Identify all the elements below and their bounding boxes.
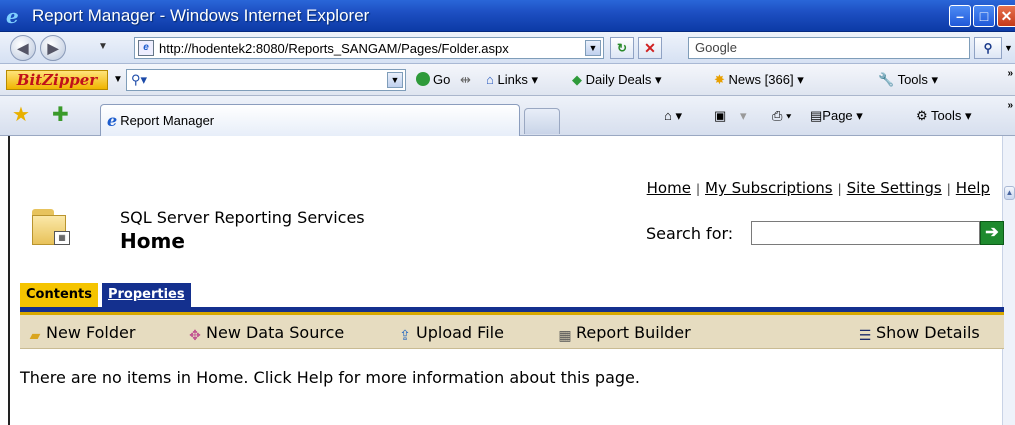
page-tabs: Contents Properties <box>20 283 191 307</box>
go-check-icon <box>416 72 430 86</box>
links-label: Links <box>497 72 528 87</box>
news-button[interactable]: ✸ News [366] ▾ <box>714 72 804 88</box>
refresh-button[interactable]: ↻ <box>610 37 634 59</box>
news-burst-icon: ✸ <box>714 72 725 87</box>
window-title: Report Manager - Windows Internet Explor… <box>32 5 370 25</box>
links-button[interactable]: ⌂ Links ▾ <box>486 72 538 88</box>
toolbar-search-input[interactable]: ⚲▾ ▼ <box>126 69 406 91</box>
address-dropdown-icon[interactable]: ▼ <box>585 40 601 56</box>
deals-tag-icon: ◆ <box>572 72 582 87</box>
web-search-button[interactable]: ⚲ <box>974 37 1002 59</box>
details-list-icon: ☰ <box>858 328 872 344</box>
print-command[interactable]: ⎙ ▾ <box>772 108 791 124</box>
stop-button[interactable]: ✕ <box>638 37 662 59</box>
news-label: News [366] <box>728 72 794 87</box>
wrench-icon: 🔧 <box>878 72 895 87</box>
home-command[interactable]: ⌂ ▾ <box>664 108 682 124</box>
help-link[interactable]: Help <box>956 179 990 197</box>
minimize-button[interactable]: – <box>949 5 971 27</box>
favorites-star-icon[interactable]: ★ <box>12 105 30 125</box>
search-input[interactable] <box>751 221 980 245</box>
new-data-source-label: New Data Source <box>206 323 345 342</box>
home-icon: ⌂ <box>664 108 672 123</box>
command-overflow-icon[interactable]: » <box>1007 100 1013 111</box>
toolbar-tools-label: Tools <box>897 72 928 87</box>
tab-report-manager[interactable]: e Report Manager <box>100 104 520 136</box>
tools-menu[interactable]: ⚙ Tools ▾ <box>916 108 972 124</box>
bitzipper-logo[interactable]: BitZipper <box>6 70 108 90</box>
links-home-icon: ⌂ <box>486 72 494 87</box>
new-folder-button[interactable]: ▰ New Folder <box>26 323 136 344</box>
forward-button[interactable]: ▶ <box>40 35 66 61</box>
page-menu-label: Page <box>822 108 853 123</box>
vertical-scrollbar[interactable]: ▲ <box>1002 136 1015 425</box>
tools-menu-label: Tools <box>931 108 962 123</box>
app-name: SQL Server Reporting Services <box>120 208 365 227</box>
bitzipper-dropdown-icon[interactable]: ▼ <box>113 74 123 85</box>
search-label: Search for: <box>646 224 734 243</box>
home-link[interactable]: Home <box>647 179 691 197</box>
bitzipper-toolbar: BitZipper ▼ ⚲▾ ▼ Go ⇹ ⌂ Links ▾ ◆ Daily … <box>0 64 1015 96</box>
upload-file-icon: ⇪ <box>399 328 411 344</box>
tab-contents[interactable]: Contents <box>20 283 98 307</box>
history-dropdown-icon[interactable]: ▼ <box>98 41 108 52</box>
daily-deals-label: Daily Deals <box>585 72 652 87</box>
page-icon: e <box>138 40 154 56</box>
go-label: Go <box>433 72 451 87</box>
ie-logo-icon: e <box>6 3 19 28</box>
feeds-dropdown-icon[interactable]: ▾ <box>740 108 747 124</box>
search-go-button[interactable]: ➔ <box>980 221 1004 245</box>
report-builder-label: Report Builder <box>576 323 691 342</box>
magnifier-icon: ⚲▾ <box>131 72 148 87</box>
address-toolbar: ◀ ▶ ▼ e http://hodentek2:8080/Reports_SA… <box>0 32 1015 64</box>
upload-file-button[interactable]: ⇪ Upload File <box>396 323 504 344</box>
new-data-source-icon: ✥ <box>189 328 201 344</box>
page-content: Home | My Subscriptions | Site Settings | Help… <box>8 136 1004 425</box>
toolbar-overflow-icon[interactable]: » <box>1007 68 1013 79</box>
new-folder-icon: ▰ <box>29 328 41 344</box>
window-title-bar: e Report Manager - Windows Internet Expl… <box>0 0 1015 32</box>
go-button[interactable]: Go <box>416 72 450 87</box>
toolbar-separator-icon: ⇹ <box>460 72 471 87</box>
page-menu[interactable]: ▤Page ▾ <box>810 108 863 124</box>
print-icon: ⎙ <box>772 108 783 123</box>
toolbar-tools-button[interactable]: 🔧 Tools ▾ <box>878 72 938 88</box>
tab-label: Report Manager <box>120 113 215 128</box>
report-builder-button[interactable]: ▦ Report Builder <box>556 323 691 344</box>
feeds-command[interactable]: ▣ <box>714 108 726 124</box>
address-url[interactable]: http://hodentek2:8080/Reports_SANGAM/Pag… <box>159 41 509 56</box>
tab-properties[interactable]: Properties <box>101 283 191 307</box>
site-settings-link[interactable]: Site Settings <box>847 179 942 197</box>
address-bar[interactable]: e http://hodentek2:8080/Reports_SANGAM/P… <box>134 37 604 59</box>
close-button[interactable]: ✕ <box>997 5 1015 27</box>
daily-deals-button[interactable]: ◆ Daily Deals ▾ <box>572 72 662 88</box>
page-title: Home <box>120 229 185 253</box>
scroll-up-icon[interactable]: ▲ <box>1004 186 1015 200</box>
maximize-button[interactable]: □ <box>973 5 995 27</box>
upload-file-label: Upload File <box>416 323 504 342</box>
tab-ie-icon: e <box>107 111 118 130</box>
search-options-icon[interactable]: ▼ <box>1004 37 1015 59</box>
toolbar-search-dropdown-icon[interactable]: ▼ <box>387 72 403 88</box>
new-folder-label: New Folder <box>46 323 136 342</box>
show-details-label: Show Details <box>876 323 980 342</box>
back-button[interactable]: ◀ <box>10 35 36 61</box>
global-links: Home | My Subscriptions | Site Settings | Help <box>646 179 990 197</box>
show-details-button[interactable]: ☰ Show Details <box>856 323 980 344</box>
feeds-icon: ▣ <box>714 108 727 123</box>
my-subscriptions-link[interactable]: My Subscriptions <box>705 179 833 197</box>
new-tab-button[interactable] <box>524 108 560 134</box>
report-builder-icon: ▦ <box>558 328 572 344</box>
add-favorite-icon[interactable]: ✚ <box>52 105 69 125</box>
web-search-input[interactable]: Google <box>688 37 970 59</box>
page-menu-icon: ▤ <box>810 108 823 123</box>
window-controls: – □ ✕ <box>949 5 1015 27</box>
empty-folder-message: There are no items in Home. Click Help f… <box>20 368 640 387</box>
new-data-source-button[interactable]: ✥ New Data Source <box>186 323 344 344</box>
gear-icon: ⚙ <box>916 108 928 123</box>
tab-bar: ★ ✚ e Report Manager ⌂ ▾ ▣ ▾ ⎙ ▾ ▤Page ▾… <box>0 96 1015 136</box>
action-toolbar: ▰ New Folder ✥ New Data Source ⇪ Upload Fil… <box>20 315 1004 349</box>
folder-icon: ▦ <box>32 209 72 247</box>
